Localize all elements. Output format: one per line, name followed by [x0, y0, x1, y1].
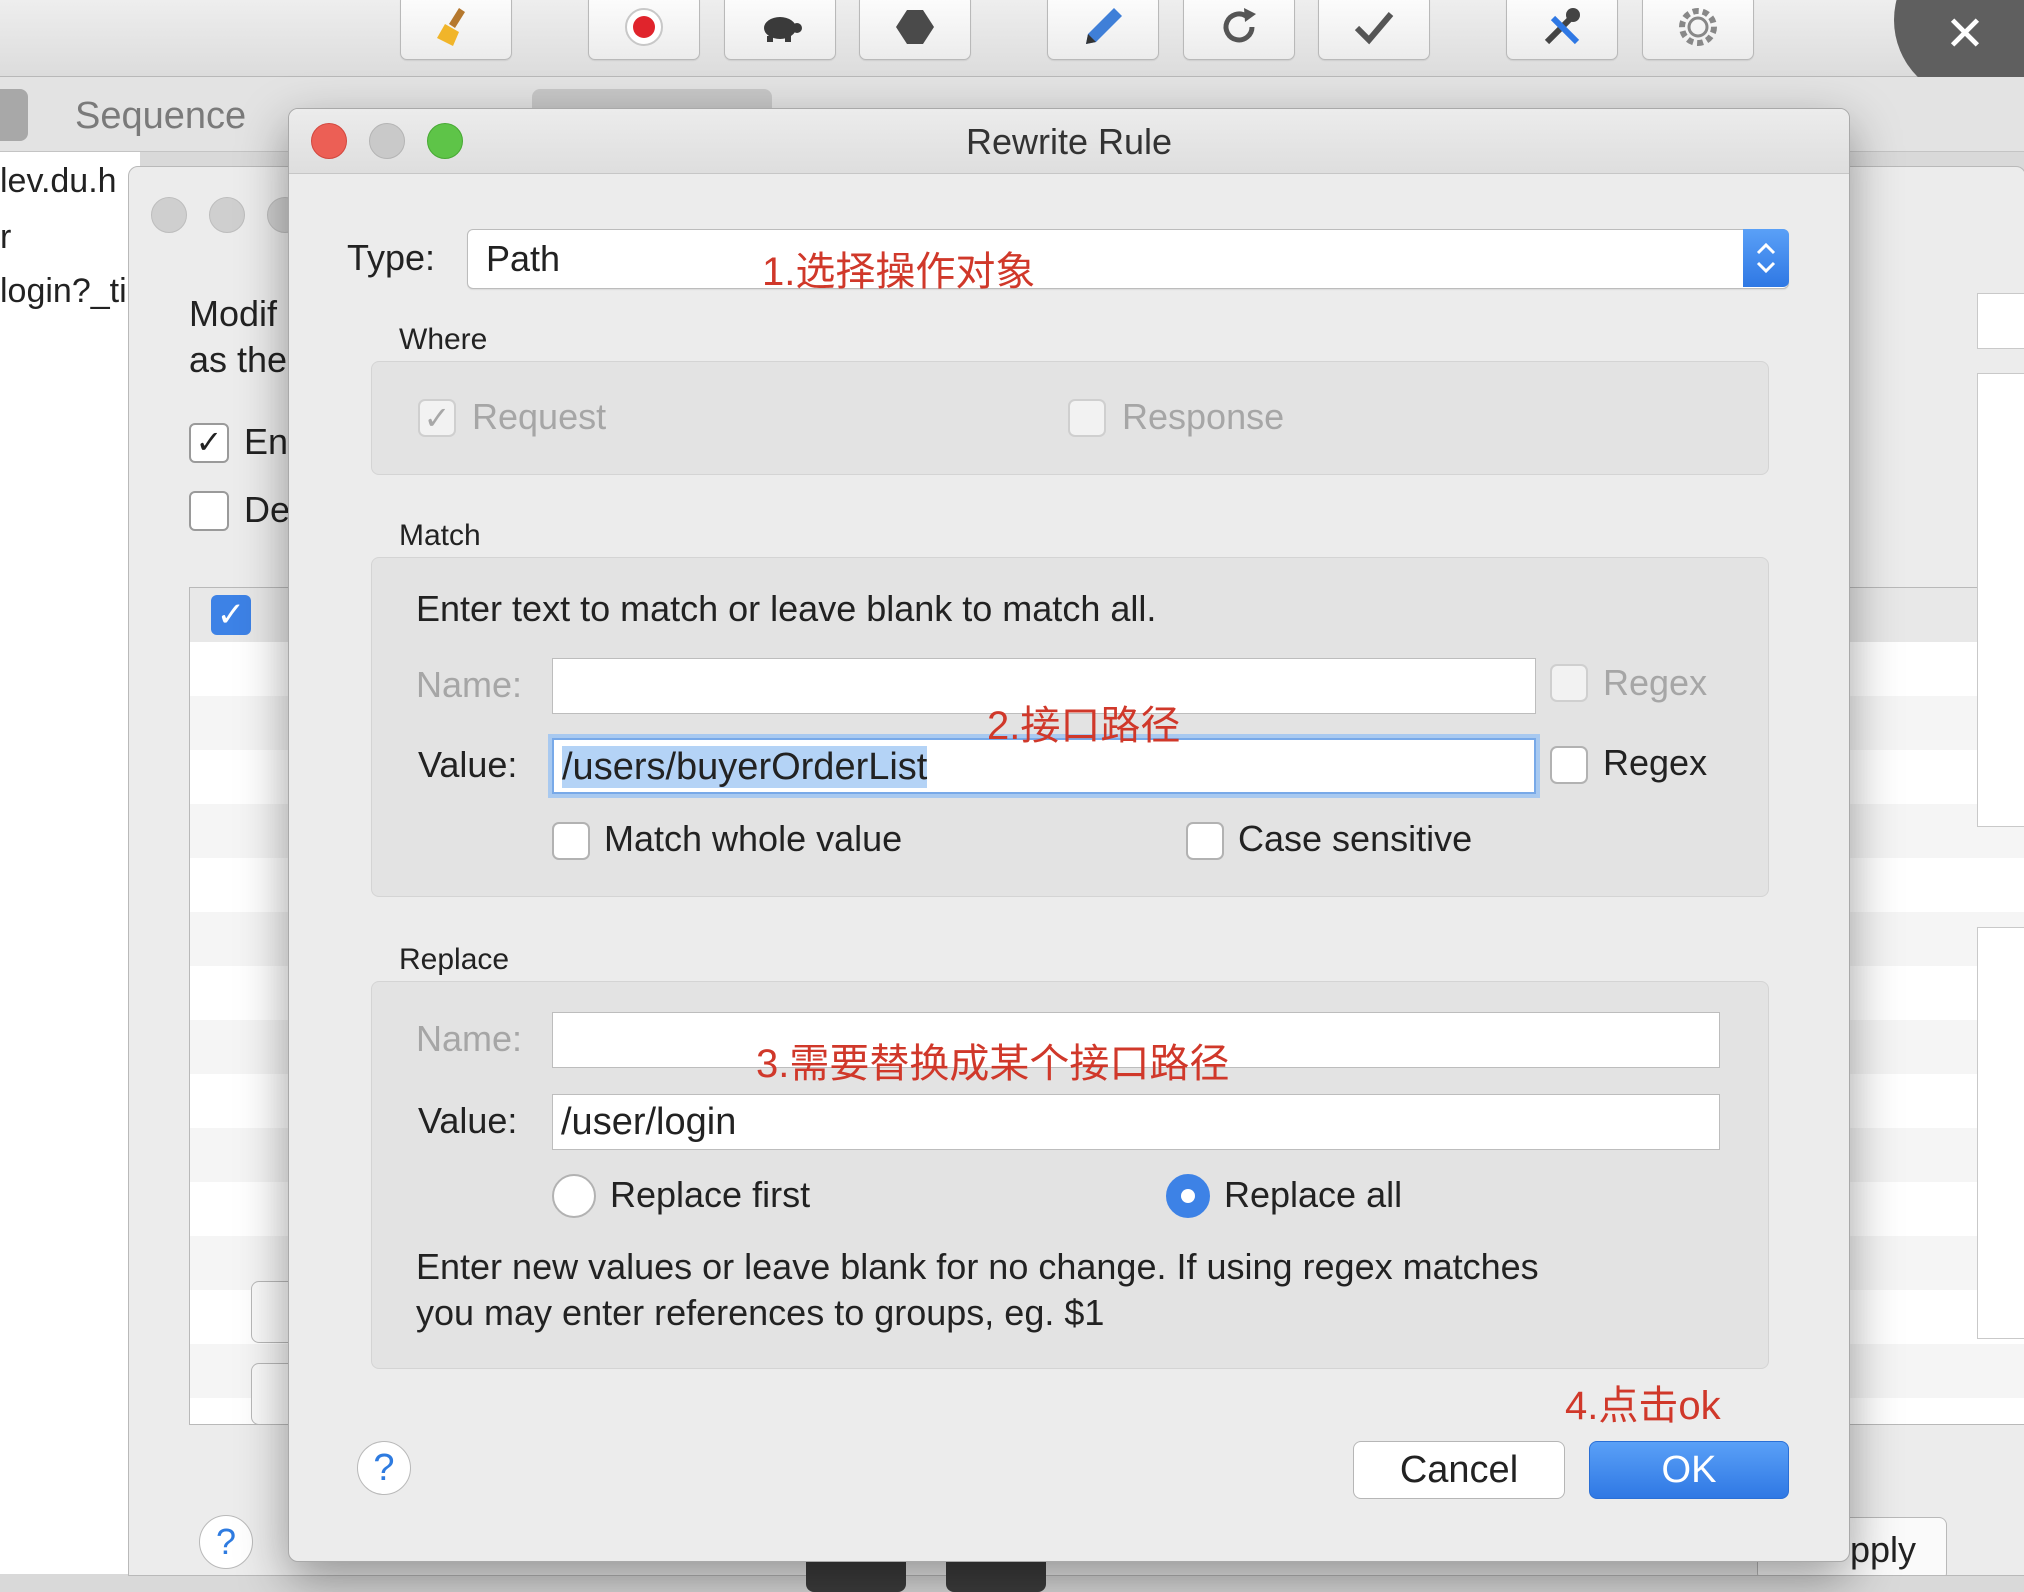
debug-label: De	[244, 489, 291, 530]
replace-name-label: Name:	[416, 1018, 523, 1059]
settings-gear-icon	[1679, 8, 1717, 46]
tools-button[interactable]	[1506, 0, 1618, 60]
main-toolbar: ✕	[0, 0, 2024, 100]
repeat-button[interactable]	[1183, 0, 1295, 60]
pen-icon	[1086, 8, 1122, 44]
annotation-step-3: 3.需要替换成某个接口路径	[756, 1042, 1230, 1086]
annotation-step-2: 2.接口路径	[987, 704, 1181, 748]
record-icon	[625, 8, 663, 46]
request-label: Request	[472, 396, 607, 437]
stop-hexagon-icon	[896, 10, 934, 44]
match-name-label: Name:	[416, 664, 523, 705]
annotation-step-4: 4.点击ok	[1565, 1384, 1721, 1428]
tab-sequence[interactable]: Sequence	[75, 95, 246, 138]
match-value-text: /users/buyerOrderList	[562, 746, 928, 788]
where-group: ✓ Request Response	[371, 361, 1769, 475]
replace-value-input[interactable]: /user/login	[552, 1094, 1720, 1150]
record-button[interactable]	[588, 0, 700, 60]
refresh-icon	[1223, 8, 1256, 43]
type-select-value: Path	[486, 238, 561, 279]
help-icon[interactable]: ?	[199, 1515, 253, 1569]
response-label: Response	[1122, 396, 1285, 437]
match-value-regex-label: Regex	[1603, 742, 1708, 783]
list-item[interactable]: login?_ti	[0, 272, 127, 311]
list-item[interactable]: lev.du.h	[0, 162, 117, 201]
close-icon[interactable]: ✕	[1940, 10, 1990, 60]
throttle-button[interactable]	[724, 0, 836, 60]
replace-all-radio[interactable]	[1166, 1174, 1210, 1218]
case-sensitive-label: Case sensitive	[1238, 818, 1473, 859]
description-text: Modif	[189, 293, 278, 334]
replace-first-label: Replace first	[610, 1174, 811, 1215]
broom-icon	[437, 8, 465, 46]
description-text: as the	[189, 339, 288, 380]
replace-hint-line1: Enter new values or leave blank for no c…	[416, 1246, 1539, 1287]
debug-checkbox[interactable]	[189, 491, 229, 531]
checkmark-icon	[1354, 12, 1394, 45]
where-section-title: Where	[399, 323, 488, 356]
match-name-regex-label: Regex	[1603, 662, 1708, 703]
type-select[interactable]: Path	[467, 229, 1789, 289]
rewrite-rule-dialog: Rewrite Rule Type: Path 1.选择操作对象 Where ✓…	[288, 108, 1850, 1562]
match-whole-value-checkbox[interactable]	[552, 822, 590, 860]
window-close-button[interactable]	[151, 197, 187, 233]
replace-first-radio[interactable]	[552, 1174, 596, 1218]
compose-button[interactable]	[1047, 0, 1159, 60]
clear-button[interactable]	[400, 0, 512, 60]
annotation-step-1: 1.选择操作对象	[762, 250, 1036, 294]
window-minimize-button[interactable]	[209, 197, 245, 233]
match-value-regex-checkbox[interactable]	[1550, 746, 1588, 784]
settings-button[interactable]	[1642, 0, 1754, 60]
match-name-regex-checkbox[interactable]	[1550, 664, 1588, 702]
replace-hint-line2: you may enter references to groups, eg. …	[416, 1292, 1105, 1333]
list-item[interactable]: r	[0, 218, 11, 257]
match-section-title: Match	[399, 519, 481, 552]
match-hint: Enter text to match or leave blank to ma…	[416, 588, 1157, 629]
replace-value-label: Value:	[418, 1100, 518, 1141]
updown-chevron-icon[interactable]	[1743, 229, 1789, 287]
side-list	[1977, 927, 2024, 1339]
help-icon[interactable]: ?	[357, 1441, 411, 1495]
turtle-icon	[764, 17, 802, 42]
tools-icon	[1544, 8, 1580, 45]
cancel-button[interactable]: Cancel	[1353, 1441, 1565, 1499]
response-checkbox[interactable]	[1068, 399, 1106, 437]
enable-checkbox[interactable]: ✓	[189, 423, 229, 463]
host-list: lev.du.h r login?_ti	[0, 152, 140, 1574]
ok-button[interactable]: OK	[1589, 1441, 1789, 1499]
match-value-label: Value:	[418, 744, 518, 785]
dialog-title: Rewrite Rule	[965, 121, 1173, 162]
side-field	[1977, 293, 2024, 349]
dialog-titlebar: Rewrite Rule	[289, 109, 1849, 174]
enable-label: En	[244, 421, 289, 462]
case-sensitive-checkbox[interactable]	[1186, 822, 1224, 860]
replace-section-title: Replace	[399, 943, 510, 976]
type-label: Type:	[347, 237, 436, 278]
request-checkbox[interactable]: ✓	[418, 399, 456, 437]
replace-all-label: Replace all	[1224, 1174, 1403, 1215]
breakpoints-button[interactable]	[859, 0, 971, 60]
match-whole-value-label: Match whole value	[604, 818, 903, 859]
validate-button[interactable]	[1318, 0, 1430, 60]
tab-structure[interactable]	[0, 89, 28, 141]
side-list	[1977, 373, 2024, 827]
rule-enabled-checkbox[interactable]: ✓	[211, 595, 251, 635]
